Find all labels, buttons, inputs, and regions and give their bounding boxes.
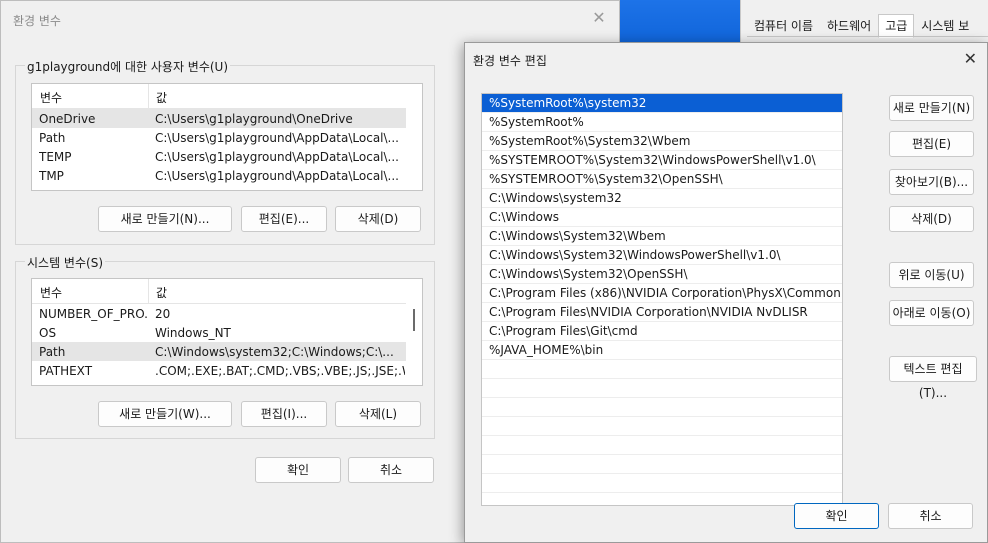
path-item[interactable]: C:\Windows\System32\WindowsPowerShell\v1…: [482, 246, 842, 265]
path-item[interactable]: %SystemRoot%\system32: [482, 94, 842, 113]
user-variables-list[interactable]: 변수 값 OneDrive C:\Users\g1playground\OneD…: [31, 83, 423, 191]
path-item[interactable]: %SystemRoot%: [482, 113, 842, 132]
user-edit-button[interactable]: 편집(E)...: [241, 206, 327, 232]
var-name: TEMP: [39, 150, 72, 164]
var-value: Windows_NT: [155, 326, 231, 340]
table-row[interactable]: NUMBER_OF_PRO... 20: [32, 304, 406, 323]
scrollbar-thumb[interactable]: [413, 309, 415, 331]
path-item[interactable]: %JAVA_HOME%\bin: [482, 341, 842, 360]
col-header-value[interactable]: 값: [156, 89, 167, 106]
table-row[interactable]: Path C:\Windows\system32;C:\Windows;C:\.…: [32, 342, 406, 361]
system-edit-button[interactable]: 편집(I)...: [241, 401, 327, 427]
list-header: 변수 값: [32, 279, 406, 304]
table-row[interactable]: PATHEXT .COM;.EXE;.BAT;.CMD;.VBS;.VBE;.J…: [32, 361, 406, 380]
path-item-empty[interactable]: [482, 360, 842, 379]
vertical-scrollbar[interactable]: [406, 84, 422, 190]
user-delete-button[interactable]: 삭제(D): [335, 206, 421, 232]
var-value: C:\Users\g1playground\AppData\Local\...: [155, 150, 399, 164]
new-path-button[interactable]: 새로 만들기(N): [889, 95, 974, 121]
var-value: C:\Users\g1playground\OneDrive: [155, 112, 353, 126]
path-item[interactable]: %SystemRoot%\System32\Wbem: [482, 132, 842, 151]
tab-system-protection[interactable]: 시스템 보: [914, 14, 977, 38]
tab-hardware[interactable]: 하드웨어: [820, 14, 879, 38]
var-value: C:\Users\g1playground\AppData\Local\...: [155, 169, 399, 183]
path-item[interactable]: C:\Program Files\Git\cmd: [482, 322, 842, 341]
path-item[interactable]: C:\Program Files (x86)\NVIDIA Corporatio…: [482, 284, 842, 303]
ok-button[interactable]: 확인: [255, 457, 341, 483]
list-header: 변수 값: [32, 84, 406, 109]
col-header-value[interactable]: 값: [156, 284, 167, 301]
col-separator[interactable]: [148, 279, 149, 303]
move-down-button[interactable]: 아래로 이동(O): [889, 300, 974, 326]
table-row[interactable]: Path C:\Users\g1playground\AppData\Local…: [32, 128, 406, 147]
cancel-button[interactable]: 취소: [888, 503, 973, 529]
col-header-name[interactable]: 변수: [40, 284, 62, 301]
path-item-empty[interactable]: [482, 379, 842, 398]
var-name: OneDrive: [39, 112, 96, 126]
var-name: OS: [39, 326, 57, 340]
user-new-button[interactable]: 새로 만들기(N)...: [98, 206, 232, 232]
edit-text-button[interactable]: 텍스트 편집(T)...: [889, 356, 977, 400]
var-name: Path: [39, 345, 66, 359]
system-variables-title: 시스템 변수(S): [25, 254, 105, 271]
path-item-empty[interactable]: [482, 455, 842, 474]
var-name: Path: [39, 131, 66, 145]
move-up-button[interactable]: 위로 이동(U): [889, 262, 974, 288]
table-row[interactable]: OS Windows_NT: [32, 323, 406, 342]
delete-path-button[interactable]: 삭제(D): [889, 206, 974, 232]
col-header-name[interactable]: 변수: [40, 89, 62, 106]
var-name: NUMBER_OF_PRO...: [39, 307, 147, 321]
close-icon[interactable]: ✕: [964, 49, 977, 68]
path-item[interactable]: %SYSTEMROOT%\System32\WindowsPowerShell\…: [482, 151, 842, 170]
system-delete-button[interactable]: 삭제(L): [335, 401, 421, 427]
system-variables-list[interactable]: 변수 값 NUMBER_OF_PRO... 20 OS Windows_NT P…: [31, 278, 423, 386]
system-new-button[interactable]: 새로 만들기(W)...: [98, 401, 232, 427]
table-row[interactable]: OneDrive C:\Users\g1playground\OneDrive: [32, 109, 406, 128]
close-icon[interactable]: ✕: [591, 10, 607, 26]
path-item[interactable]: C:\Windows\System32\Wbem: [482, 227, 842, 246]
var-name: PATHEXT: [39, 364, 93, 378]
path-item[interactable]: C:\Program Files\NVIDIA Corporation\NVID…: [482, 303, 842, 322]
path-item[interactable]: C:\Windows\System32\OpenSSH\: [482, 265, 842, 284]
path-item-empty[interactable]: [482, 417, 842, 436]
var-value: .COM;.EXE;.BAT;.CMD;.VBS;.VBE;.JS;.JSE;.…: [155, 364, 405, 378]
var-value: C:\Windows\system32;C:\Windows;C:\...: [155, 345, 394, 359]
edit-environment-variable-dialog: 환경 변수 편집 ✕ %SystemRoot%\system32 %System…: [464, 42, 988, 543]
path-item-empty[interactable]: [482, 436, 842, 455]
vertical-scrollbar[interactable]: [406, 279, 422, 385]
tab-divider: [747, 36, 988, 37]
env-titlebar: 환경 변수 ✕: [1, 1, 619, 37]
ok-button[interactable]: 확인: [794, 503, 879, 529]
var-value: C:\Users\g1playground\AppData\Local\...: [155, 131, 399, 145]
path-list[interactable]: %SystemRoot%\system32 %SystemRoot% %Syst…: [481, 93, 843, 506]
cancel-button[interactable]: 취소: [348, 457, 434, 483]
var-value: 20: [155, 307, 171, 321]
sysprops-tabs: 컴퓨터 이름 하드웨어 고급 시스템 보: [747, 14, 977, 38]
edit-path-button[interactable]: 편집(E): [889, 131, 974, 157]
table-row[interactable]: TMP C:\Users\g1playground\AppData\Local\…: [32, 166, 406, 185]
tab-computer-name[interactable]: 컴퓨터 이름: [747, 14, 821, 38]
tab-advanced[interactable]: 고급: [878, 14, 915, 38]
table-row[interactable]: TEMP C:\Users\g1playground\AppData\Local…: [32, 147, 406, 166]
path-item[interactable]: C:\Windows\system32: [482, 189, 842, 208]
col-separator[interactable]: [148, 84, 149, 108]
path-item-empty[interactable]: [482, 474, 842, 493]
path-item[interactable]: C:\Windows: [482, 208, 842, 227]
env-dialog-title: 환경 변수: [13, 14, 61, 28]
path-item-empty[interactable]: [482, 398, 842, 417]
user-variables-title: g1playground에 대한 사용자 변수(U): [25, 58, 231, 75]
path-item[interactable]: %SYSTEMROOT%\System32\OpenSSH\: [482, 170, 842, 189]
edit-dialog-title: 환경 변수 편집: [473, 54, 547, 68]
browse-button[interactable]: 찾아보기(B)...: [889, 169, 974, 195]
var-name: TMP: [39, 169, 64, 183]
